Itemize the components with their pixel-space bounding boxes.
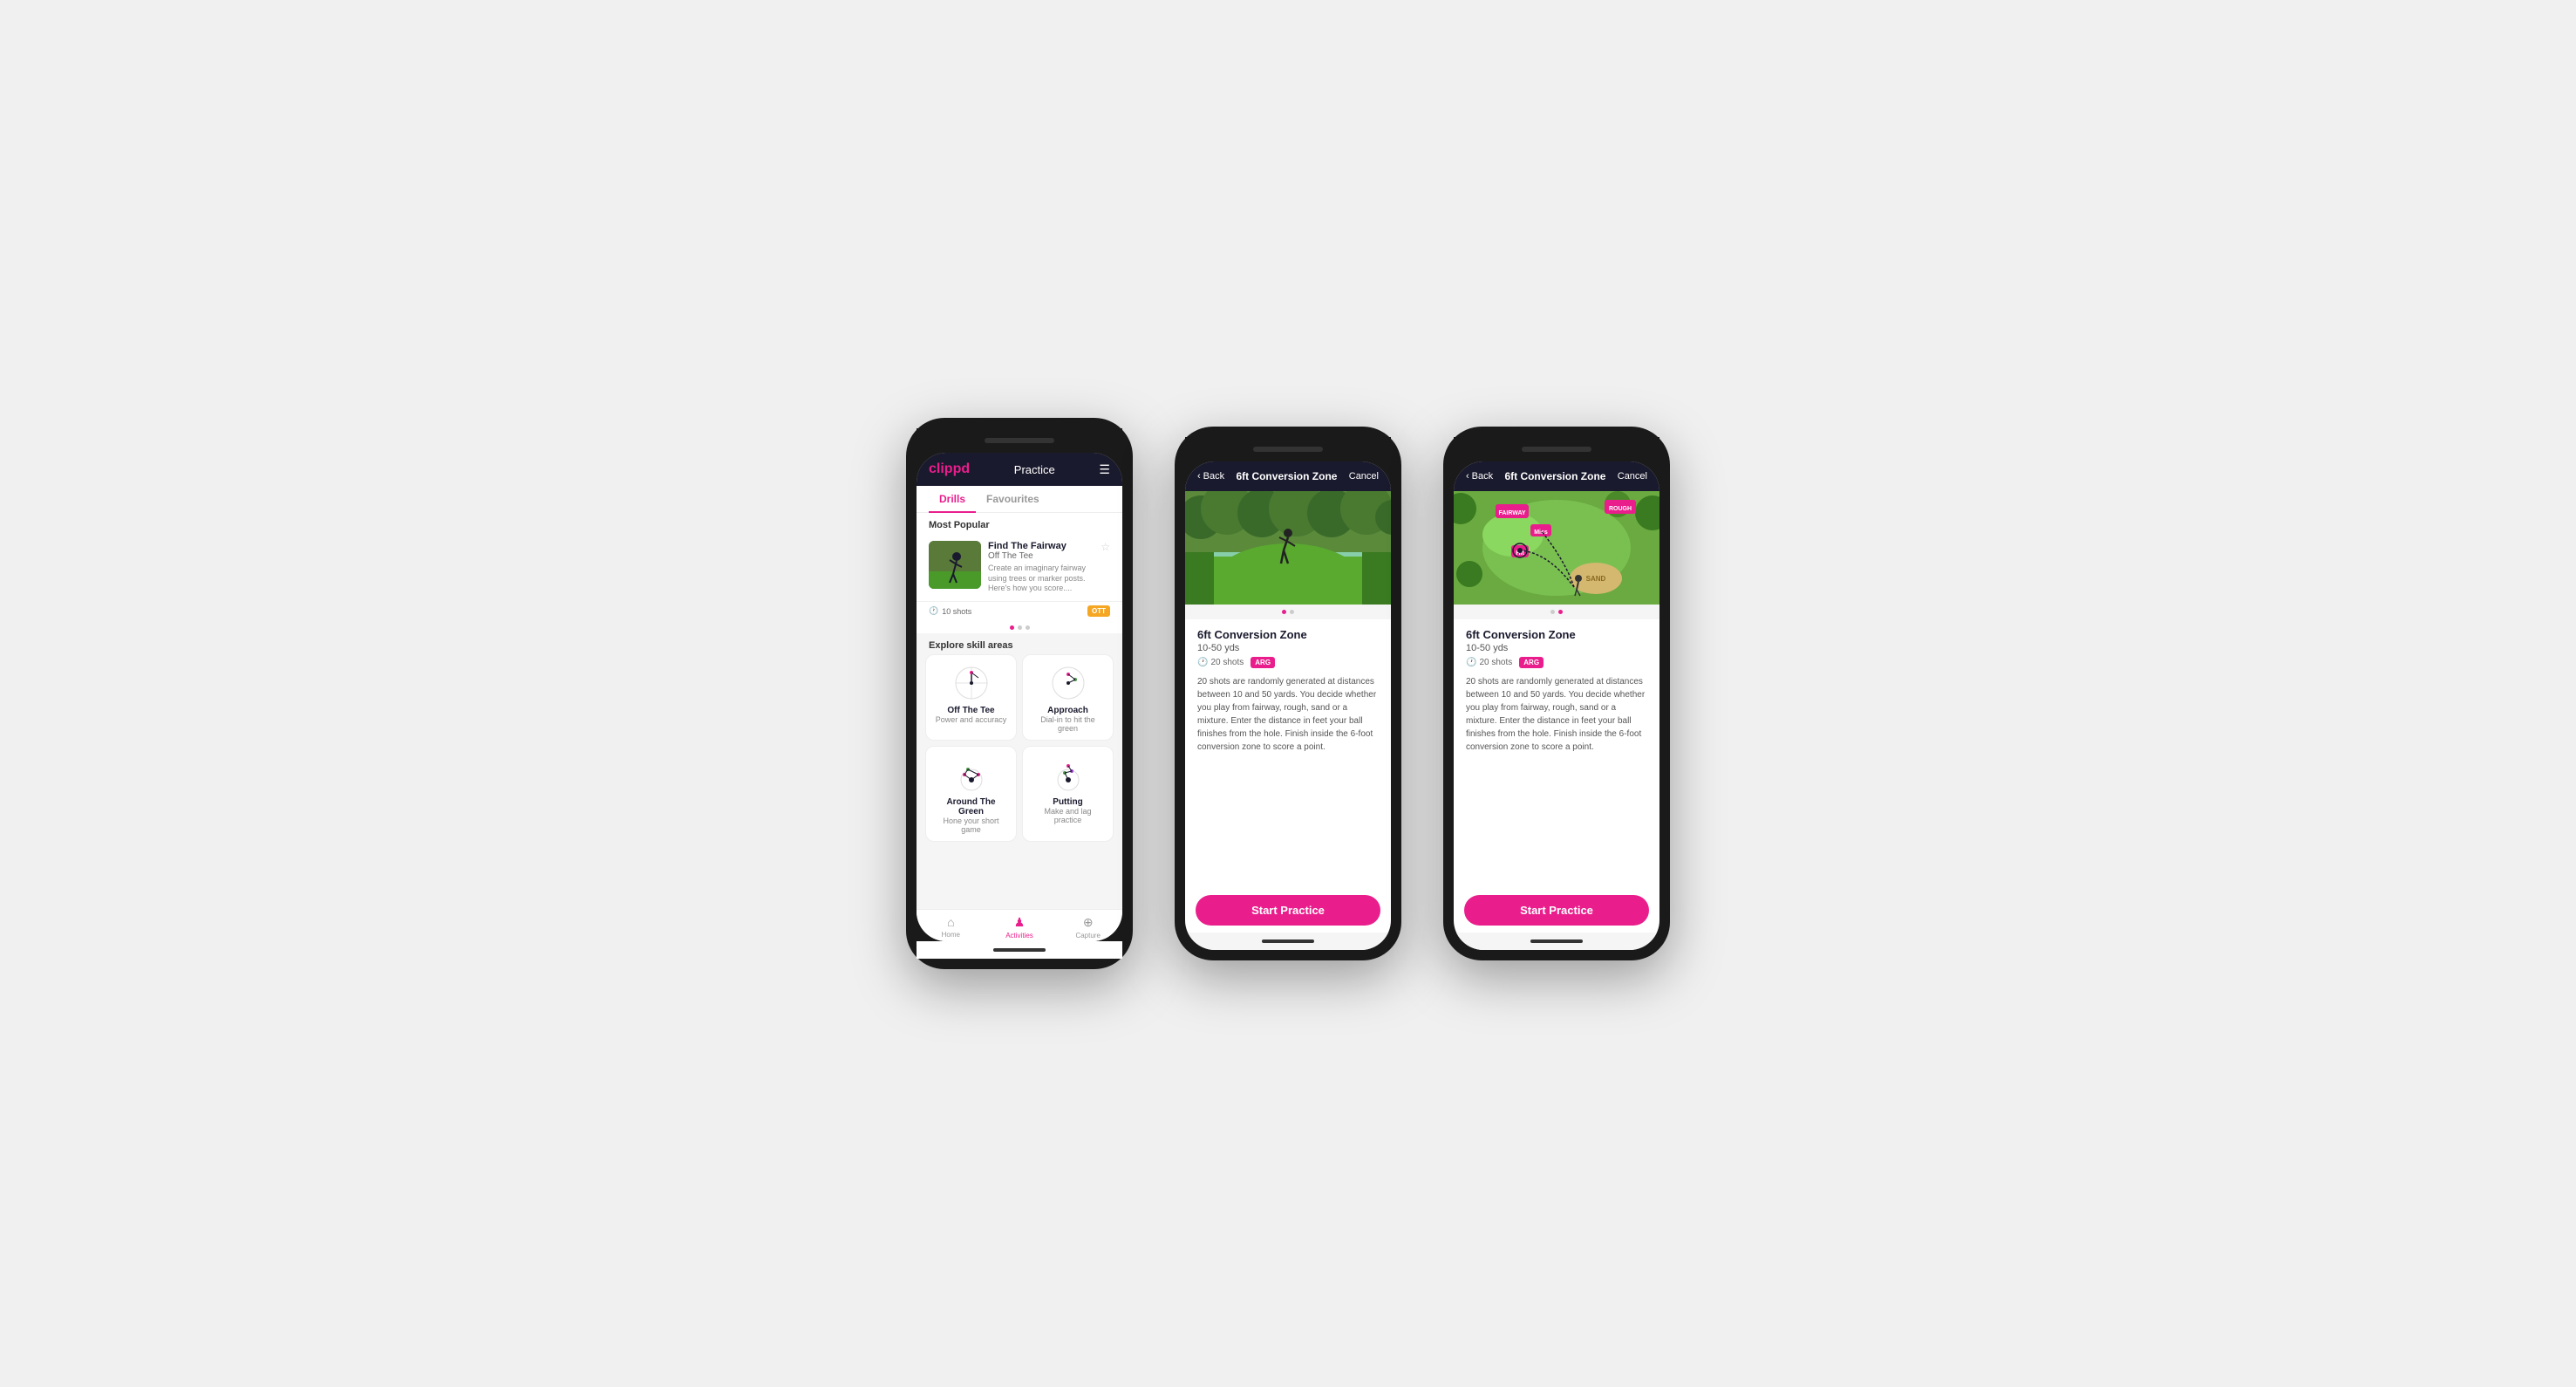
- back-chevron-3: ‹: [1466, 471, 1469, 482]
- dot-2[interactable]: [1018, 625, 1022, 630]
- activities-icon: ♟: [1014, 915, 1026, 930]
- svg-text:SAND: SAND: [1586, 575, 1606, 583]
- dot-detail-1[interactable]: [1282, 610, 1286, 614]
- skill-card-approach[interactable]: Approach Dial-in to hit the green: [1022, 654, 1114, 741]
- drill-desc-2: 20 shots are randomly generated at dista…: [1197, 675, 1379, 754]
- phone-2: ‹ Back 6ft Conversion Zone Cancel: [1175, 427, 1401, 960]
- arg-badge-3: ARG: [1519, 657, 1544, 668]
- tab-favourites[interactable]: Favourites: [976, 486, 1050, 512]
- skill-desc-approach: Dial-in to hit the green: [1030, 715, 1106, 733]
- putting-icon: [1049, 755, 1087, 794]
- detail-title-2: 6ft Conversion Zone: [1236, 470, 1337, 482]
- cancel-button-2[interactable]: Cancel: [1349, 471, 1379, 482]
- back-label-3: Back: [1472, 471, 1493, 482]
- skill-name-ott: Off The Tee: [933, 706, 1009, 715]
- drill-distance-3: 10-50 yds: [1466, 643, 1647, 653]
- phone-3: ‹ Back 6ft Conversion Zone Cancel: [1443, 427, 1670, 960]
- shots-count-2: 🕐 20 shots: [1197, 658, 1244, 667]
- drill-title-3: 6ft Conversion Zone: [1466, 628, 1647, 641]
- detail-dots-3: [1454, 605, 1659, 619]
- skill-card-atg[interactable]: Around The Green Hone your short game: [925, 746, 1017, 842]
- clock-icon: 🕐: [929, 606, 938, 616]
- app-header: clippd Practice ☰: [917, 453, 1122, 486]
- shots-row-2: 🕐 20 shots ARG: [1197, 657, 1379, 668]
- explore-title: Explore skill areas: [917, 633, 1122, 654]
- shots-count-3: 🕐 20 shots: [1466, 658, 1512, 667]
- skill-name-approach: Approach: [1030, 706, 1106, 715]
- skill-desc-atg: Hone your short game: [933, 816, 1009, 834]
- atg-icon: [952, 755, 991, 794]
- shots-count: 10 shots: [942, 607, 971, 616]
- cancel-button-3[interactable]: Cancel: [1618, 471, 1647, 482]
- skill-card-ott[interactable]: Off The Tee Power and accuracy: [925, 654, 1017, 741]
- nav-home[interactable]: ⌂ Home: [917, 915, 985, 939]
- carousel-dots: [917, 622, 1122, 633]
- start-practice-button-3[interactable]: Start Practice: [1464, 895, 1649, 926]
- dot-1[interactable]: [1010, 625, 1014, 630]
- drill-title-2: 6ft Conversion Zone: [1197, 628, 1379, 641]
- scene: clippd Practice ☰ Drills Favourites Most…: [871, 383, 1705, 1004]
- home-icon: ⌂: [947, 915, 954, 929]
- menu-icon[interactable]: ☰: [1099, 462, 1110, 477]
- skill-name-putting: Putting: [1030, 797, 1106, 807]
- nav-home-label: Home: [942, 931, 960, 939]
- detail-header-2: ‹ Back 6ft Conversion Zone Cancel: [1185, 461, 1391, 491]
- start-practice-button-2[interactable]: Start Practice: [1196, 895, 1380, 926]
- dot-detail-3-2[interactable]: [1558, 610, 1563, 614]
- featured-card[interactable]: Find The Fairway Off The Tee Create an i…: [917, 534, 1122, 602]
- nav-activities[interactable]: ♟ Activities: [985, 915, 1054, 939]
- featured-desc: Create an imaginary fairway using trees …: [988, 564, 1094, 594]
- featured-content: Find The Fairway Off The Tee Create an i…: [988, 541, 1094, 594]
- header-title: Practice: [1014, 463, 1055, 476]
- detail-dots-2: [1185, 605, 1391, 619]
- skill-desc-ott: Power and accuracy: [933, 715, 1009, 724]
- screen1-body: Most Popular: [917, 513, 1122, 909]
- detail-title-3: 6ft Conversion Zone: [1504, 470, 1605, 482]
- capture-icon: ⊕: [1083, 915, 1094, 930]
- svg-text:FAIRWAY: FAIRWAY: [1498, 510, 1525, 516]
- detail-body-3: 6ft Conversion Zone 10-50 yds 🕐 20 shots…: [1454, 619, 1659, 888]
- tabs-bar: Drills Favourites: [917, 486, 1122, 513]
- ott-icon: [952, 664, 991, 702]
- back-button-3[interactable]: ‹ Back: [1466, 471, 1493, 482]
- clock-icon-3: 🕐: [1466, 658, 1476, 667]
- shots-row-3: 🕐 20 shots ARG: [1466, 657, 1647, 668]
- course-map-hero: FAIRWAY ROUGH Miss Hit SAND: [1454, 491, 1659, 605]
- drill-hero-2: [1185, 491, 1391, 605]
- card-footer: 🕐 10 shots OTT: [917, 602, 1122, 622]
- arg-badge-2: ARG: [1251, 657, 1275, 668]
- app-logo: clippd: [929, 461, 970, 477]
- back-label-2: Back: [1203, 471, 1224, 482]
- svg-text:ROUGH: ROUGH: [1609, 506, 1632, 512]
- dot-detail-2[interactable]: [1290, 610, 1294, 614]
- approach-icon: [1049, 664, 1087, 702]
- back-chevron-2: ‹: [1197, 471, 1201, 482]
- detail-body-2: 6ft Conversion Zone 10-50 yds 🕐 20 shots…: [1185, 619, 1391, 888]
- shots-info: 🕐 10 shots: [929, 606, 971, 616]
- featured-subtitle: Off The Tee: [988, 551, 1094, 561]
- drill-distance-2: 10-50 yds: [1197, 643, 1379, 653]
- detail-header-3: ‹ Back 6ft Conversion Zone Cancel: [1454, 461, 1659, 491]
- ott-badge: OTT: [1087, 605, 1110, 617]
- drill-desc-3: 20 shots are randomly generated at dista…: [1466, 675, 1647, 754]
- dot-3[interactable]: [1026, 625, 1030, 630]
- skill-desc-putting: Make and lag practice: [1030, 807, 1106, 824]
- bottom-nav: ⌂ Home ♟ Activities ⊕ Capture: [917, 909, 1122, 941]
- clock-icon-2: 🕐: [1197, 658, 1208, 667]
- most-popular-label: Most Popular: [917, 513, 1122, 534]
- phone-1: clippd Practice ☰ Drills Favourites Most…: [906, 418, 1133, 969]
- featured-image: [929, 541, 981, 589]
- tab-drills[interactable]: Drills: [929, 486, 976, 512]
- nav-activities-label: Activities: [1005, 932, 1033, 939]
- favourite-icon[interactable]: ☆: [1101, 541, 1110, 553]
- nav-capture-label: Capture: [1075, 932, 1100, 939]
- nav-capture[interactable]: ⊕ Capture: [1053, 915, 1122, 939]
- skill-grid: Off The Tee Power and accuracy: [917, 654, 1122, 849]
- featured-title: Find The Fairway: [988, 541, 1094, 551]
- skill-name-atg: Around The Green: [933, 797, 1009, 816]
- back-button-2[interactable]: ‹ Back: [1197, 471, 1224, 482]
- dot-detail-3-1[interactable]: [1550, 610, 1555, 614]
- skill-card-putting[interactable]: Putting Make and lag practice: [1022, 746, 1114, 842]
